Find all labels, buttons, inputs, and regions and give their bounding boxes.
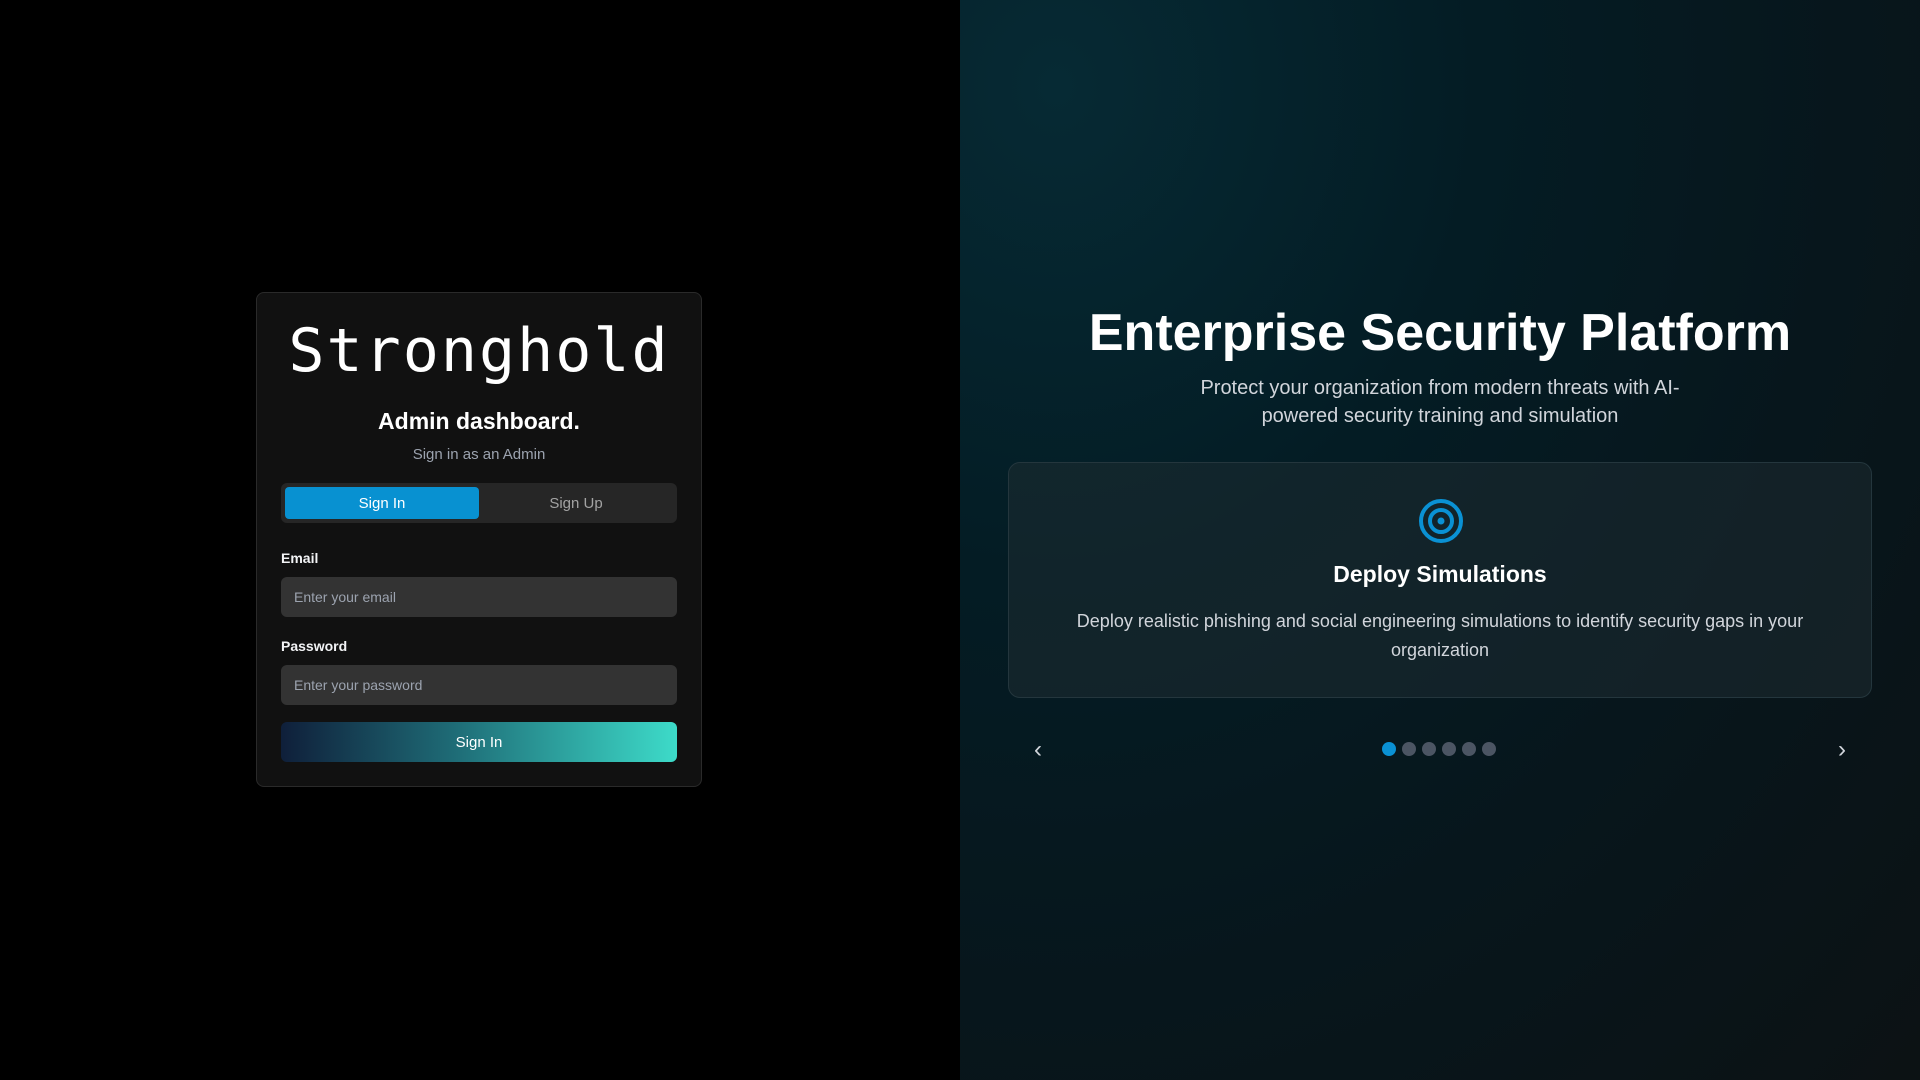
carousel-dot-3[interactable] [1422,742,1436,756]
carousel-dots [1382,742,1496,756]
carousel-dot-2[interactable] [1402,742,1416,756]
feature-card: Deploy Simulations Deploy realistic phis… [1008,462,1872,698]
card-title: Admin dashboard. [378,408,580,434]
carousel-dot-6[interactable] [1482,742,1496,756]
chevron-right-icon[interactable]: › [1827,735,1857,765]
feature-title: Deploy Simulations [1333,561,1547,587]
password-label: Password [281,638,348,654]
hero-title: Enterprise Security Platform [1088,304,1792,362]
email-label: Email [281,550,319,566]
carousel-dot-1[interactable] [1382,742,1396,756]
hero-subtitle: Protect your organization from modern th… [1200,377,1680,427]
carousel-dot-5[interactable] [1462,742,1476,756]
tab-sign-up[interactable]: Sign Up [479,487,673,519]
sign-in-button[interactable]: Sign In [281,722,677,762]
login-page: Stronghold Admin dashboard. Sign in as a… [0,0,1920,1080]
feature-description: Deploy realistic phishing and social eng… [1076,611,1804,660]
chevron-left-icon[interactable]: ‹ [1023,735,1053,765]
target-icon [1419,499,1463,543]
login-card: Stronghold Admin dashboard. Sign in as a… [256,292,702,787]
brand-logo: Stronghold [288,316,670,386]
email-field[interactable] [281,577,677,617]
marketing-panel: Enterprise Security Platform Protect you… [960,0,1920,1080]
tab-sign-in[interactable]: Sign In [285,487,479,519]
password-field[interactable] [281,665,677,705]
carousel-dot-4[interactable] [1442,742,1456,756]
card-subtitle: Sign in as an Admin [412,446,546,463]
auth-tabs: Sign In Sign Up [281,483,677,523]
login-panel: Stronghold Admin dashboard. Sign in as a… [0,0,960,1080]
